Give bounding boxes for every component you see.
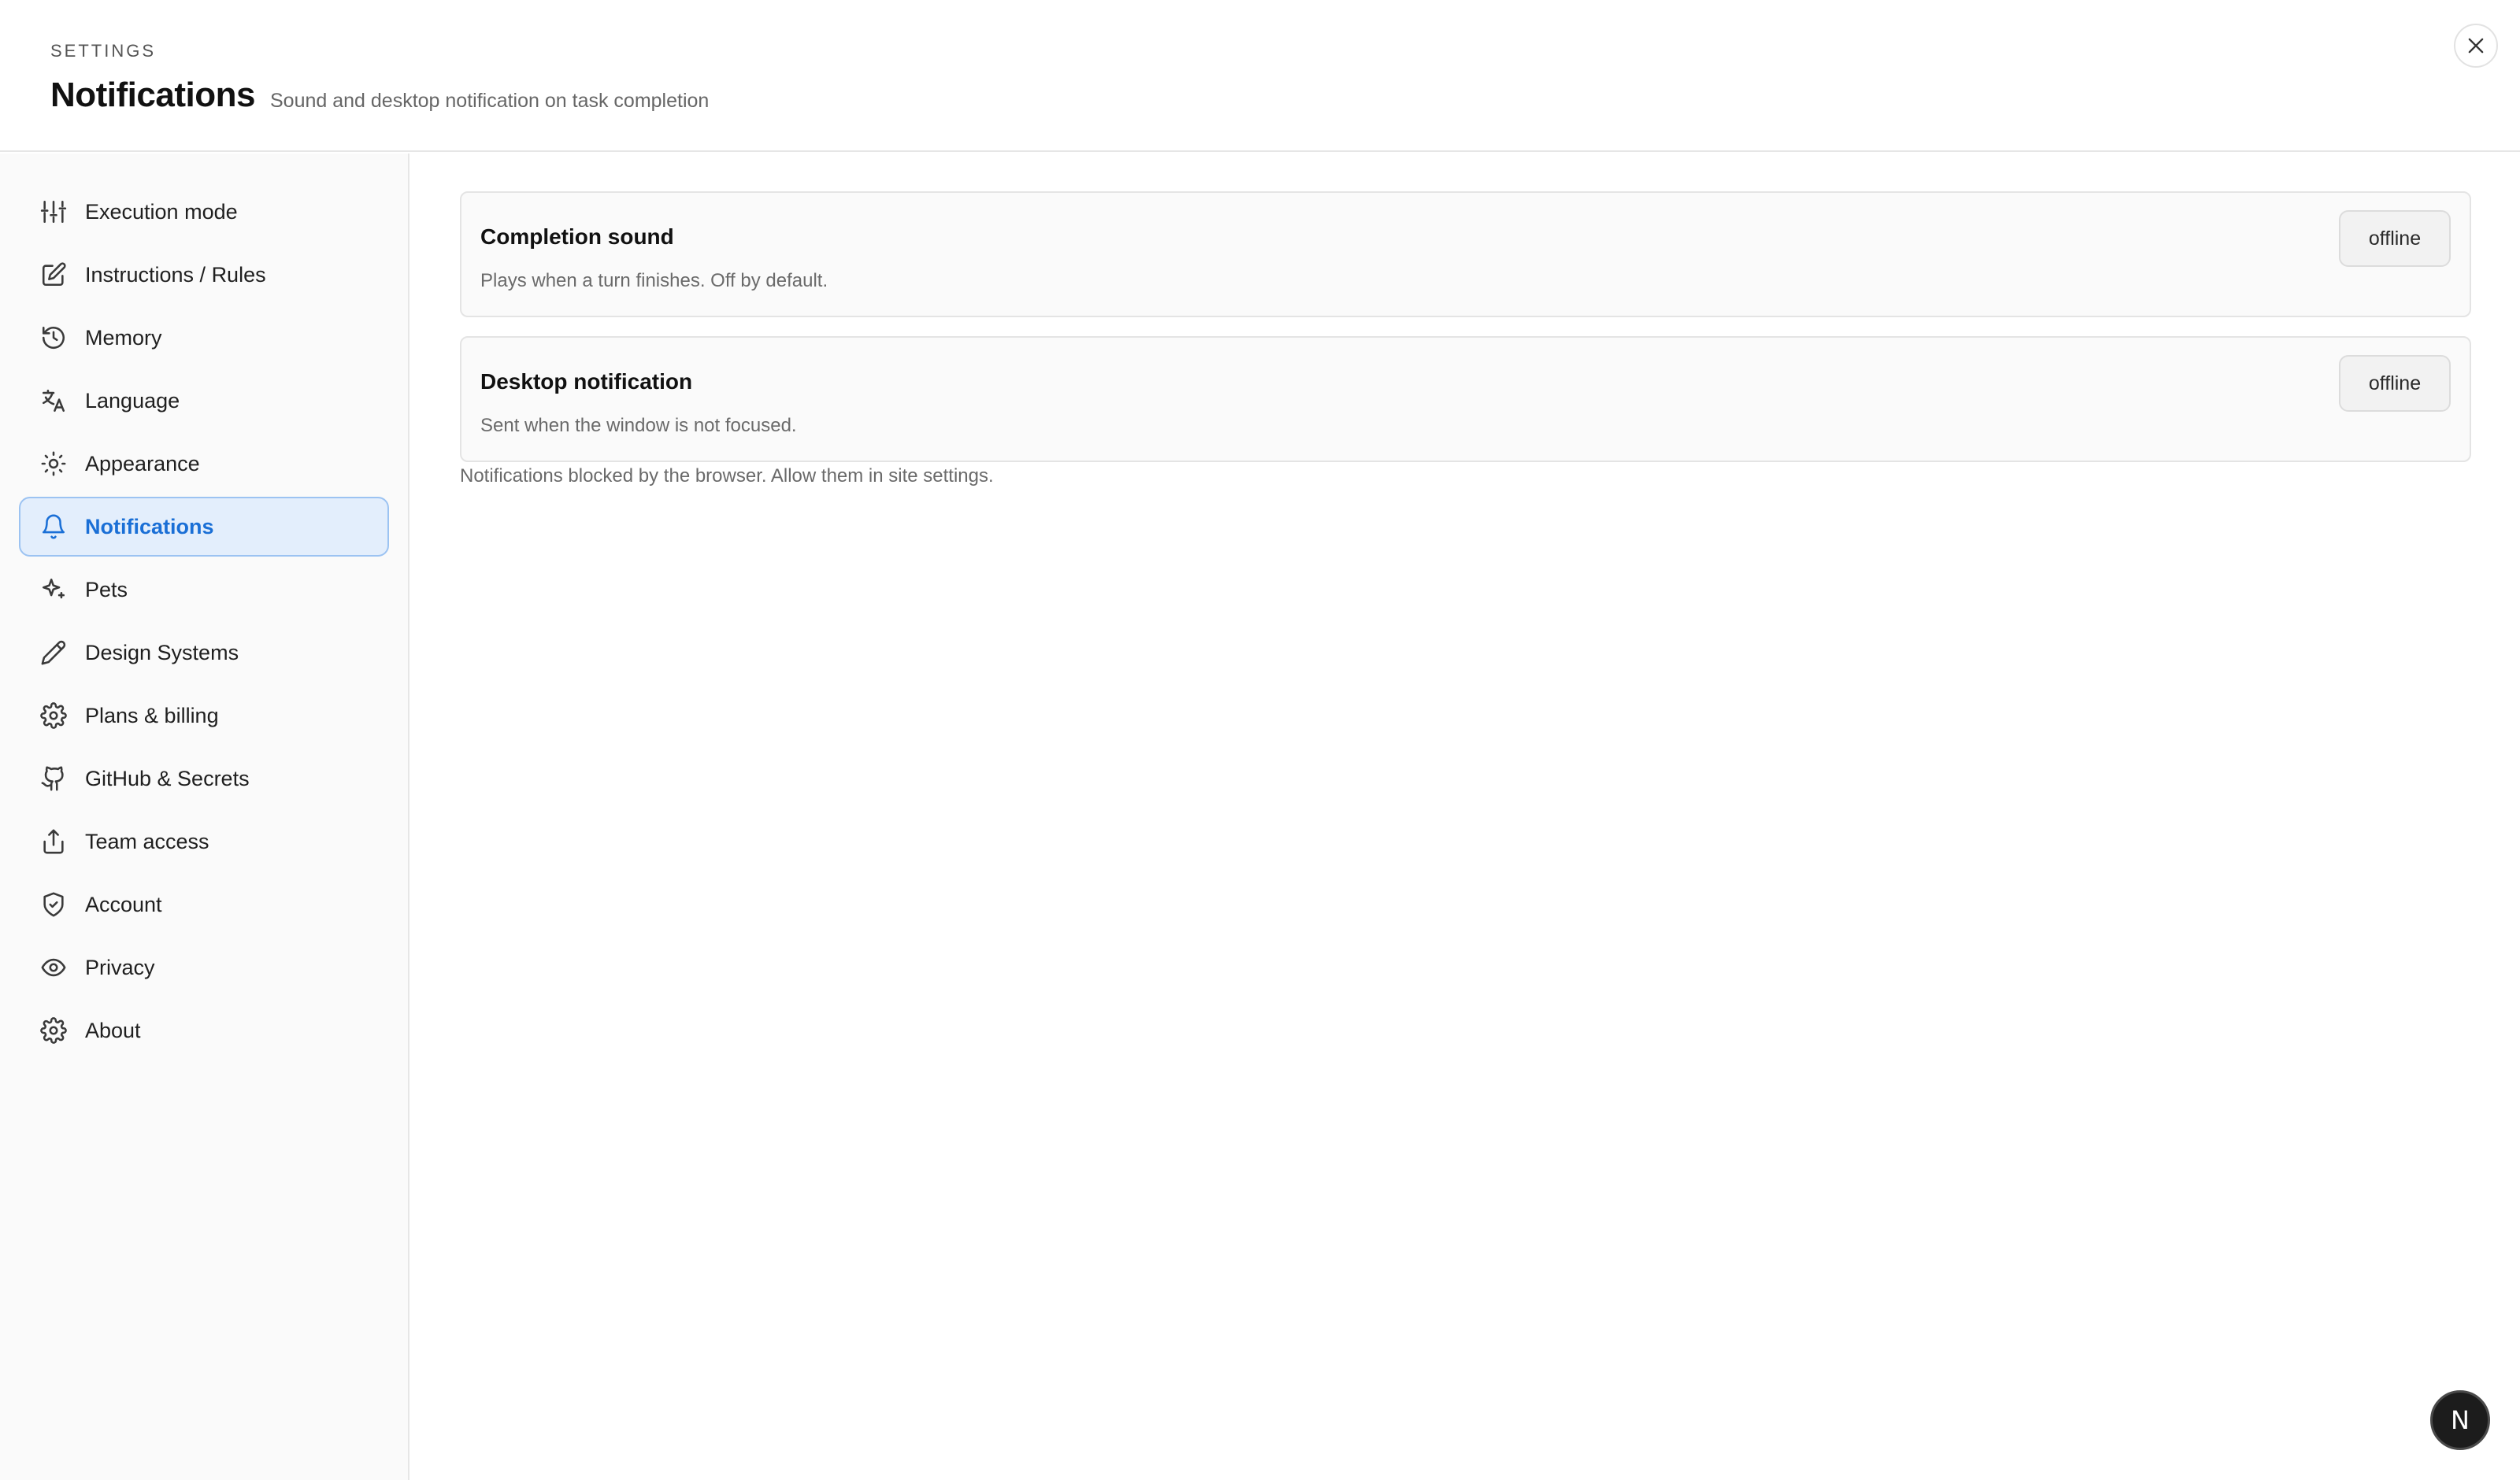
translate-icon bbox=[39, 387, 68, 415]
share-icon bbox=[39, 827, 68, 856]
bell-icon bbox=[39, 512, 68, 541]
sidebar-item-pets[interactable]: Pets bbox=[19, 560, 389, 620]
sidebar-item-label: Memory bbox=[85, 326, 162, 350]
card-description: Plays when a turn finishes. Off by defau… bbox=[480, 270, 828, 291]
history-icon bbox=[39, 324, 68, 352]
sidebar-item-memory[interactable]: Memory bbox=[19, 308, 389, 368]
close-icon bbox=[2465, 35, 2487, 57]
sidebar-item-instructions-rules[interactable]: Instructions / Rules bbox=[19, 245, 389, 305]
sidebar-item-label: Team access bbox=[85, 830, 209, 853]
sun-icon bbox=[39, 450, 68, 478]
sidebar-item-team-access[interactable]: Team access bbox=[19, 812, 389, 871]
sidebar-item-label: Execution mode bbox=[85, 200, 238, 224]
desktop-notification-card: Desktop notification Sent when the windo… bbox=[460, 336, 2471, 462]
edit-icon bbox=[39, 261, 68, 289]
sidebar-item-label: Privacy bbox=[85, 956, 155, 979]
sidebar-item-label: Instructions / Rules bbox=[85, 263, 266, 287]
browser-blocked-note: Notifications blocked by the browser. Al… bbox=[460, 465, 994, 487]
sidebar-item-privacy[interactable]: Privacy bbox=[19, 938, 389, 997]
sidebar-item-label: Plans & billing bbox=[85, 704, 219, 727]
card-title: Completion sound bbox=[480, 224, 674, 249]
settings-eyebrow: SETTINGS bbox=[50, 41, 157, 61]
settings-header: SETTINGS Notifications Sound and desktop… bbox=[0, 0, 2520, 152]
card-description: Sent when the window is not focused. bbox=[480, 415, 797, 436]
sliders-icon bbox=[39, 198, 68, 226]
sidebar-item-label: About bbox=[85, 1019, 141, 1042]
completion-sound-status-button[interactable]: offline bbox=[2339, 210, 2451, 267]
sidebar-item-about[interactable]: About bbox=[19, 1001, 389, 1060]
sidebar-item-plans-billing[interactable]: Plans & billing bbox=[19, 686, 389, 746]
sidebar-item-account[interactable]: Account bbox=[19, 875, 389, 934]
page-subtitle: Sound and desktop notification on task c… bbox=[270, 90, 710, 112]
completion-sound-card: Completion sound Plays when a turn finis… bbox=[460, 191, 2471, 317]
settings-sidebar: Execution mode Instructions / Rules Memo… bbox=[0, 154, 410, 1480]
sidebar-item-label: Pets bbox=[85, 578, 128, 601]
sidebar-item-github-secrets[interactable]: GitHub & Secrets bbox=[19, 749, 389, 808]
sidebar-item-appearance[interactable]: Appearance bbox=[19, 434, 389, 494]
pencil-icon bbox=[39, 638, 68, 667]
sidebar-item-execution-mode[interactable]: Execution mode bbox=[19, 182, 389, 242]
sidebar-item-language[interactable]: Language bbox=[19, 371, 389, 431]
sidebar-item-label: Account bbox=[85, 893, 162, 916]
sparkles-icon bbox=[39, 575, 68, 604]
gear-icon bbox=[39, 1016, 68, 1045]
settings-content: Completion sound Plays when a turn finis… bbox=[411, 154, 2520, 1480]
github-icon bbox=[39, 764, 68, 793]
gear-icon bbox=[39, 701, 68, 730]
sidebar-item-notifications[interactable]: Notifications bbox=[19, 497, 389, 557]
card-title: Desktop notification bbox=[480, 369, 693, 394]
assistant-avatar-button[interactable]: N bbox=[2430, 1390, 2490, 1450]
sidebar-item-label: Design Systems bbox=[85, 641, 239, 664]
sidebar-item-label: Notifications bbox=[85, 515, 214, 538]
sidebar-item-label: Appearance bbox=[85, 452, 200, 475]
desktop-notification-status-button[interactable]: offline bbox=[2339, 355, 2451, 412]
sidebar-item-design-systems[interactable]: Design Systems bbox=[19, 623, 389, 683]
eye-icon bbox=[39, 953, 68, 982]
close-button[interactable] bbox=[2454, 24, 2498, 68]
shield-icon bbox=[39, 890, 68, 919]
sidebar-item-label: GitHub & Secrets bbox=[85, 767, 250, 790]
sidebar-item-label: Language bbox=[85, 389, 180, 413]
page-title: Notifications bbox=[50, 76, 255, 114]
